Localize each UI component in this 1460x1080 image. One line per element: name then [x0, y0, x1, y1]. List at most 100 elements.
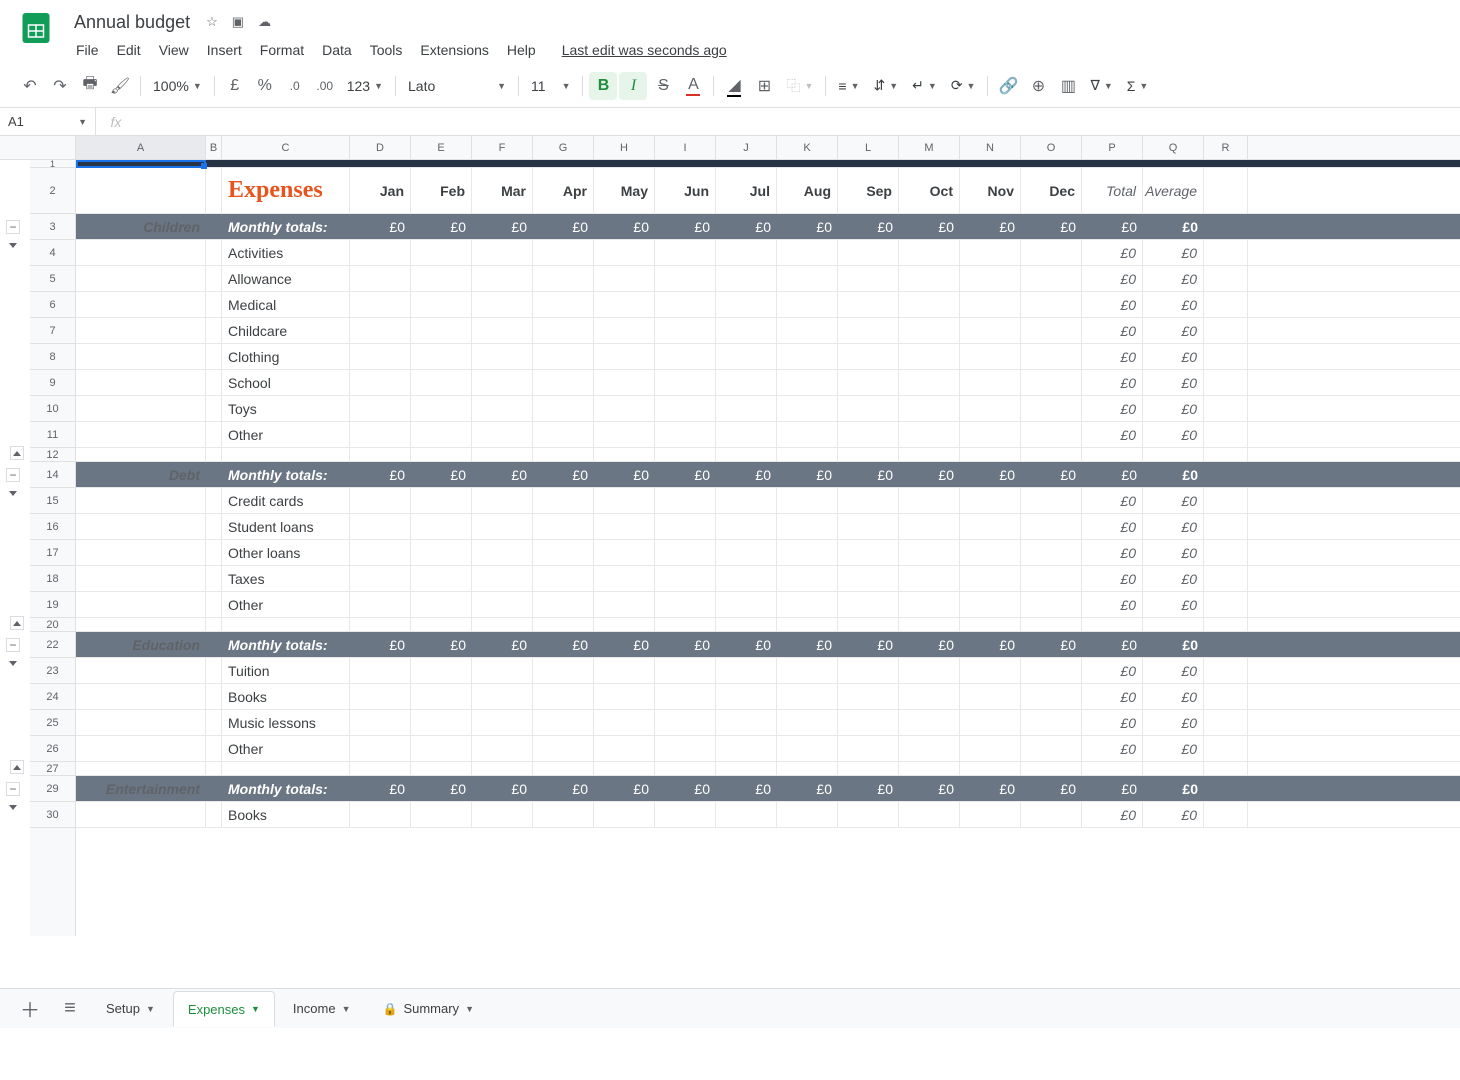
cell[interactable]	[1021, 540, 1082, 565]
cell[interactable]	[716, 160, 777, 167]
col-header-F[interactable]: F	[472, 136, 533, 159]
col-header-M[interactable]: M	[899, 136, 960, 159]
cell[interactable]: £0	[838, 632, 899, 657]
col-header-L[interactable]: L	[838, 136, 899, 159]
cell[interactable]	[838, 514, 899, 539]
cell[interactable]	[1021, 344, 1082, 369]
cell[interactable]	[1021, 292, 1082, 317]
cell[interactable]	[899, 802, 960, 827]
cell[interactable]	[76, 370, 206, 395]
cell[interactable]	[960, 618, 1021, 631]
cell[interactable]	[655, 344, 716, 369]
all-sheets-button[interactable]: ≡	[52, 991, 88, 1027]
cell[interactable]	[533, 292, 594, 317]
cell[interactable]: May	[594, 168, 655, 213]
cell[interactable]	[1204, 632, 1248, 657]
cell[interactable]	[777, 292, 838, 317]
cell[interactable]: £0	[1143, 422, 1204, 447]
cell[interactable]	[655, 802, 716, 827]
row-header-22[interactable]: 22	[30, 632, 75, 658]
cell[interactable]	[655, 514, 716, 539]
cell[interactable]: Mar	[472, 168, 533, 213]
cell[interactable]	[1204, 292, 1248, 317]
row-header-2[interactable]: 2	[30, 168, 75, 214]
cell[interactable]	[716, 762, 777, 775]
cell[interactable]	[960, 344, 1021, 369]
cell[interactable]: £0	[655, 776, 716, 801]
cell[interactable]	[533, 540, 594, 565]
cell[interactable]	[838, 736, 899, 761]
cell[interactable]	[716, 396, 777, 421]
cell[interactable]	[350, 736, 411, 761]
cell[interactable]	[76, 318, 206, 343]
cell[interactable]	[960, 514, 1021, 539]
cell[interactable]	[838, 540, 899, 565]
cell[interactable]	[411, 566, 472, 591]
cell[interactable]	[350, 566, 411, 591]
cell[interactable]	[411, 514, 472, 539]
cell[interactable]	[594, 736, 655, 761]
cell[interactable]: £0	[1021, 214, 1082, 239]
cell[interactable]	[777, 422, 838, 447]
cell[interactable]	[1204, 658, 1248, 683]
cell[interactable]	[206, 736, 222, 761]
cell[interactable]: £0	[838, 776, 899, 801]
menu-tools[interactable]: Tools	[362, 38, 411, 62]
cell[interactable]	[777, 448, 838, 461]
cell[interactable]: Children	[76, 214, 206, 239]
dec-decimal-button[interactable]: .0	[281, 72, 309, 100]
cell[interactable]: Tuition	[222, 658, 350, 683]
cell[interactable]	[1204, 776, 1248, 801]
cell[interactable]: £0	[1143, 710, 1204, 735]
cell[interactable]	[899, 488, 960, 513]
cell[interactable]	[472, 488, 533, 513]
cell[interactable]	[1204, 540, 1248, 565]
cell[interactable]	[594, 710, 655, 735]
cell[interactable]: Student loans	[222, 514, 350, 539]
col-header-O[interactable]: O	[1021, 136, 1082, 159]
cell[interactable]	[472, 370, 533, 395]
cell[interactable]: £0	[1082, 344, 1143, 369]
cell[interactable]	[777, 802, 838, 827]
cell[interactable]	[655, 160, 716, 167]
cell[interactable]: £0	[411, 632, 472, 657]
cell[interactable]	[838, 802, 899, 827]
col-header-B[interactable]: B	[206, 136, 222, 159]
menu-help[interactable]: Help	[499, 38, 544, 62]
cell[interactable]	[899, 618, 960, 631]
cell[interactable]	[594, 396, 655, 421]
cell[interactable]: £0	[350, 632, 411, 657]
move-icon[interactable]: ▣	[232, 14, 244, 30]
cell[interactable]: £0	[1082, 514, 1143, 539]
inc-decimal-button[interactable]: .00	[311, 72, 339, 100]
cell[interactable]	[594, 240, 655, 265]
font-size-dropdown[interactable]: 11▼	[525, 72, 576, 100]
cell[interactable]	[777, 736, 838, 761]
cell[interactable]	[716, 422, 777, 447]
cell[interactable]	[1021, 736, 1082, 761]
cell[interactable]	[206, 762, 222, 775]
cell[interactable]	[472, 540, 533, 565]
cell[interactable]	[899, 592, 960, 617]
cell[interactable]: £0	[411, 214, 472, 239]
rotate-dropdown[interactable]: ⟳▼	[945, 72, 982, 100]
cell[interactable]	[533, 592, 594, 617]
cell[interactable]	[777, 684, 838, 709]
cell[interactable]	[472, 618, 533, 631]
name-box[interactable]: A1▼	[0, 108, 96, 135]
row-header-17[interactable]: 17	[30, 540, 75, 566]
group-expand-icon[interactable]	[9, 798, 17, 813]
cell[interactable]	[76, 540, 206, 565]
cell[interactable]	[411, 370, 472, 395]
cell[interactable]	[350, 514, 411, 539]
cell[interactable]: Books	[222, 802, 350, 827]
cell[interactable]: £0	[594, 462, 655, 487]
row-header-15[interactable]: 15	[30, 488, 75, 514]
cell[interactable]	[899, 240, 960, 265]
cell[interactable]: £0	[1143, 370, 1204, 395]
cell[interactable]	[350, 240, 411, 265]
tab-income[interactable]: Income▼	[279, 991, 365, 1027]
cell[interactable]	[777, 710, 838, 735]
cell[interactable]	[206, 318, 222, 343]
cell[interactable]	[838, 266, 899, 291]
